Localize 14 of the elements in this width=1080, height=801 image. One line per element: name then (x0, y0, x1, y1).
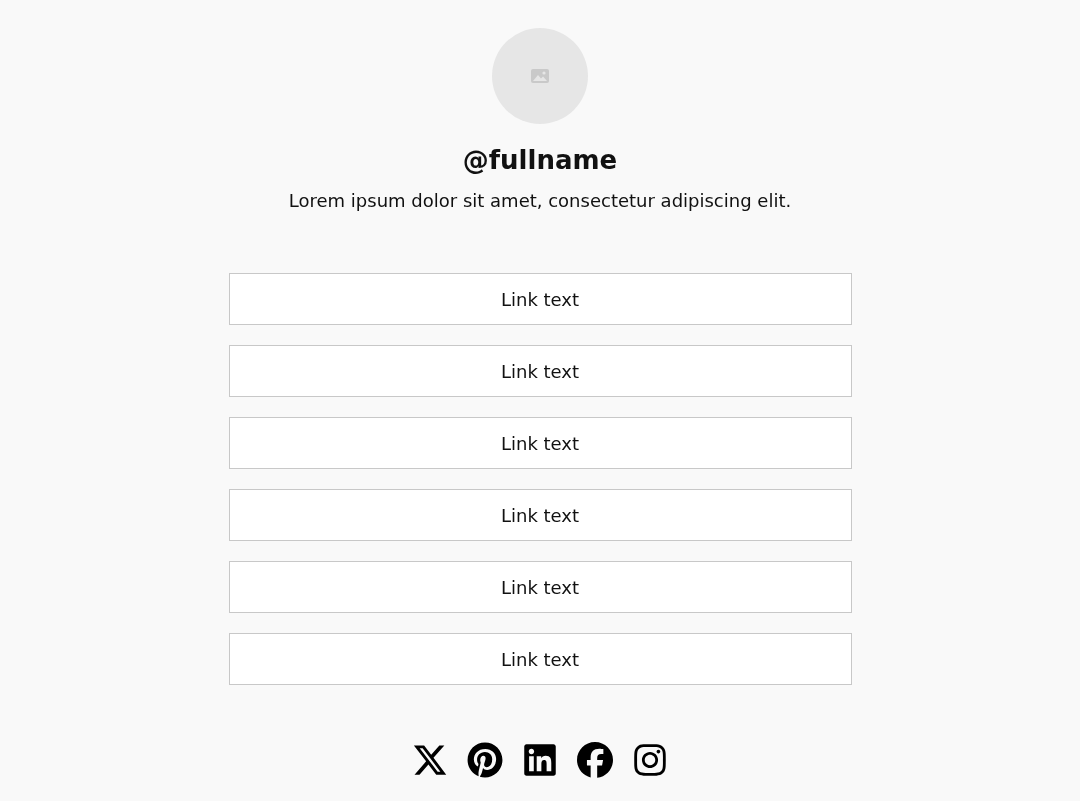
link-button[interactable]: Link text (228, 633, 852, 685)
image-icon (531, 69, 549, 83)
link-button[interactable]: Link text (228, 417, 852, 469)
instagram-logo-icon[interactable] (632, 742, 668, 778)
x-logo-icon[interactable] (412, 742, 448, 778)
link-button[interactable]: Link text (228, 561, 852, 613)
profile-name: @fullname (462, 144, 618, 176)
linkedin-logo-icon[interactable] (522, 742, 558, 778)
profile-bio: Lorem ipsum dolor sit amet, consectetur adipiscing elit. (288, 189, 792, 213)
facebook-logo-icon[interactable] (577, 742, 613, 778)
link-button[interactable]: Link text (228, 273, 852, 325)
link-button[interactable]: Link text (228, 345, 852, 397)
pinterest-logo-icon[interactable] (467, 742, 503, 778)
link-button[interactable]: Link text (228, 489, 852, 541)
